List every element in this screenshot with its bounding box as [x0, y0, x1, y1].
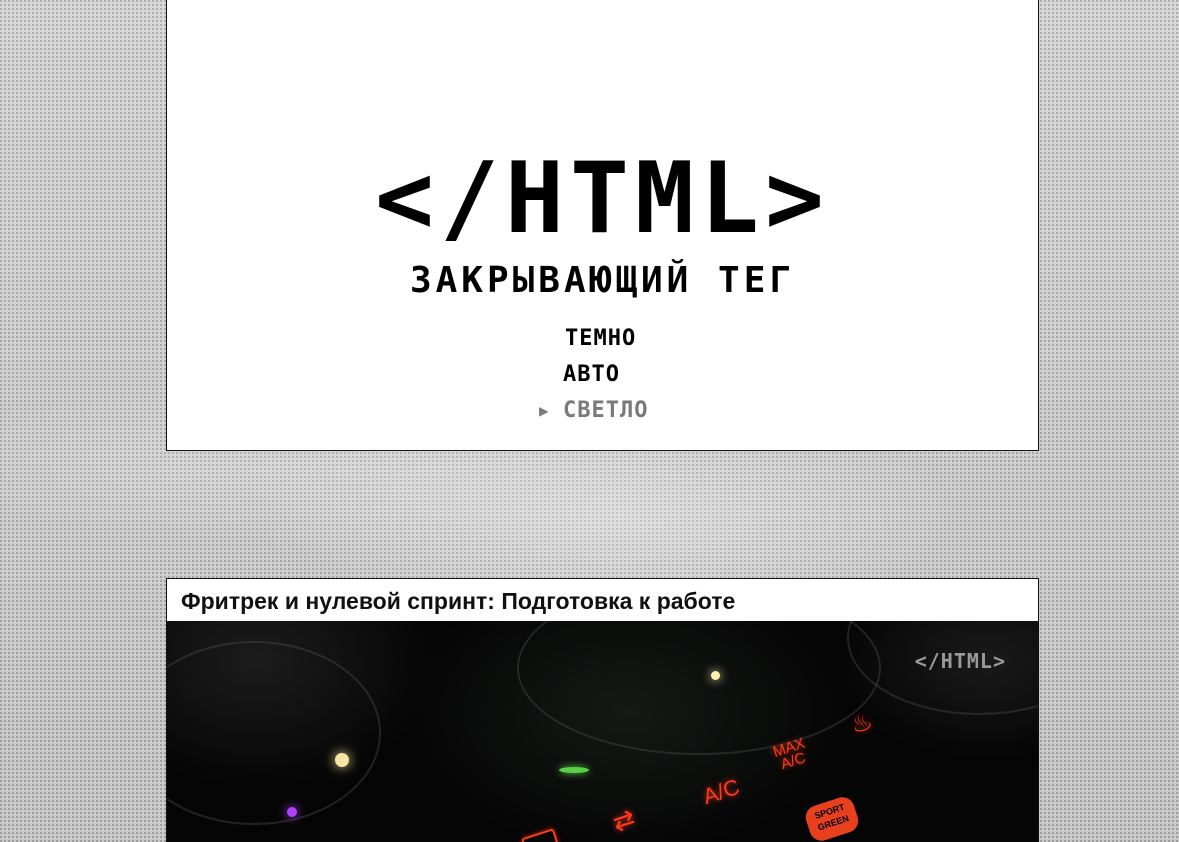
dashboard-vent-shape: [517, 621, 881, 755]
theme-option-label: ТЕМНО: [565, 326, 637, 351]
theme-option-label: СВЕТЛО: [563, 398, 649, 423]
theme-switcher: ТЕМНО АВТО ▶ СВЕТЛО: [537, 321, 648, 429]
site-subtitle: ЗАКРЫВАЮЩИЙ ТЕГ: [409, 260, 796, 301]
ambient-light-dot: [711, 671, 720, 680]
article-card[interactable]: Фритрек и нулевой спринт: Подготовка к р…: [166, 578, 1039, 842]
ambient-light-dot: [335, 753, 349, 767]
theme-option-auto[interactable]: АВТО: [537, 357, 648, 393]
sport-green-button: SPORT GREEN: [802, 794, 862, 842]
heated-seat-icon: ♨: [847, 707, 877, 740]
selected-pointer-icon: ▶: [539, 401, 550, 420]
dashboard-button-partial: [521, 828, 559, 842]
image-watermark-logo: </HTML>: [914, 649, 1006, 673]
ambient-light-dot: [559, 767, 589, 773]
theme-option-light[interactable]: ▶ СВЕТЛО: [537, 393, 648, 429]
site-logo[interactable]: </HTML>: [167, 149, 1038, 249]
ambient-light-dot: [287, 807, 297, 817]
dashboard-vent-shape: [167, 641, 381, 825]
article-title[interactable]: Фритрек и нулевой спринт: Подготовка к р…: [181, 587, 735, 615]
theme-option-dark[interactable]: ТЕМНО: [537, 321, 648, 357]
ac-button-label: A/C: [699, 773, 743, 810]
max-ac-button-label: MAX A/C: [771, 735, 811, 774]
article-cover-image[interactable]: ⇄ A/C MAX A/C SPORT GREEN ♨ </HTML>: [167, 621, 1038, 842]
theme-option-label: АВТО: [563, 362, 620, 387]
car-recirculation-icon: ⇄: [608, 802, 639, 838]
site-header: </HTML> ЗАКРЫВАЮЩИЙ ТЕГ ТЕМНО АВТО ▶ СВЕ…: [166, 0, 1039, 451]
